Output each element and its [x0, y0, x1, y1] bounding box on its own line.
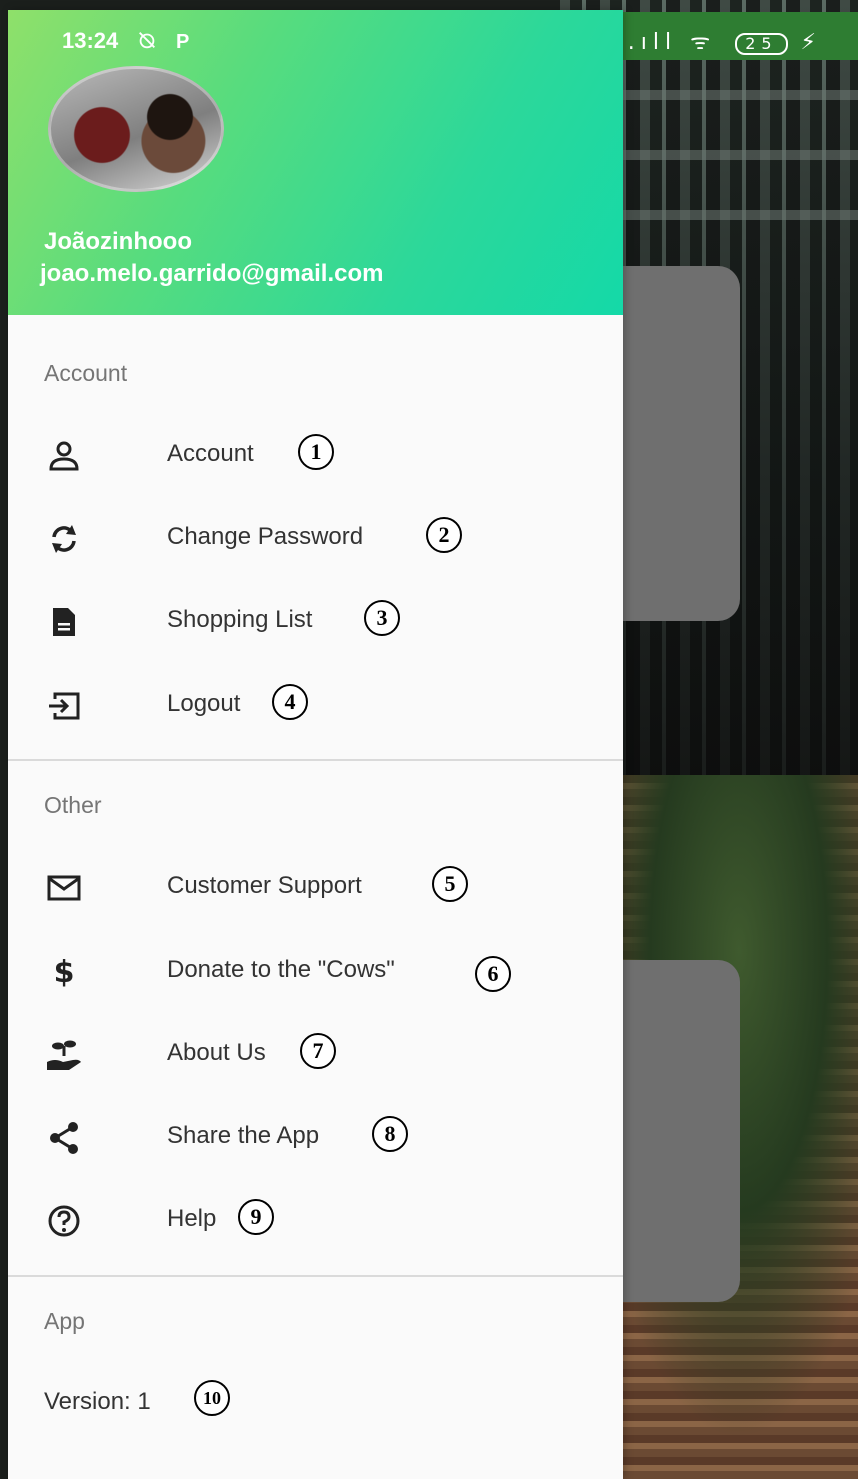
status-bar-right: .ıll ᯤ 25 ⚡: [623, 12, 858, 60]
alarm-off-icon: [136, 31, 164, 53]
menu-item-customer-support[interactable]: Customer Support 5: [8, 858, 623, 918]
menu-item-label: Logout: [167, 690, 241, 717]
menu-item-label: About Us: [167, 1039, 266, 1066]
charging-icon: ⚡: [800, 30, 822, 55]
badge-number: 5: [432, 866, 468, 902]
wifi-icon: ᯤ: [690, 30, 717, 55]
battery-icon: 25: [735, 33, 788, 55]
version-label: Version: 1: [44, 1388, 151, 1415]
badge-number: 6: [475, 956, 511, 992]
help-icon: [44, 1203, 84, 1239]
profile-email: joao.melo.garrido@gmail.com: [40, 260, 384, 287]
mail-icon: [44, 870, 84, 906]
menu-item-label: Donate to the "Cows": [167, 956, 395, 983]
parking-icon: P: [175, 31, 190, 53]
section-title-app: App: [44, 1308, 85, 1334]
hand-plant-icon: [44, 1037, 84, 1073]
dollar-icon: $: [53, 954, 75, 990]
profile-name: Joãozinhooo: [44, 228, 192, 255]
badge-number: 10: [194, 1380, 230, 1416]
avatar[interactable]: [48, 66, 224, 192]
badge-number: 9: [238, 1199, 274, 1235]
navigation-drawer: 13:24 P Joãozinhooo joao.melo.garrido@gm…: [8, 10, 623, 1479]
version-text: Version: 1 10: [44, 1380, 230, 1416]
menu-item-label: Share the App: [167, 1122, 320, 1149]
menu-item-share-app[interactable]: Share the App 8: [8, 1108, 623, 1168]
menu-item-account[interactable]: Account 1: [8, 426, 623, 486]
status-time: 13:24: [62, 28, 119, 53]
signal-icon: .ıll: [627, 30, 678, 55]
badge-number: 7: [300, 1033, 336, 1069]
share-icon: [44, 1120, 84, 1156]
person-icon: [44, 438, 84, 474]
drawer-header: 13:24 P Joãozinhooo joao.melo.garrido@gm…: [8, 10, 623, 315]
sync-icon: [44, 521, 84, 557]
menu-item-about-us[interactable]: About Us 7: [8, 1025, 623, 1085]
menu-item-label: Shopping List: [167, 606, 313, 633]
badge-number: 1: [298, 434, 334, 470]
section-title-account: Account: [44, 360, 128, 386]
menu-item-label: Help: [167, 1205, 217, 1232]
badge-number: 3: [364, 600, 400, 636]
logout-icon: [44, 688, 84, 724]
section-title-other: Other: [44, 792, 102, 818]
badge-number: 8: [372, 1116, 408, 1152]
menu-item-change-password[interactable]: Change Password 2: [8, 509, 623, 569]
menu-item-label: Change Password: [167, 523, 364, 550]
menu-item-help[interactable]: Help 9: [8, 1191, 623, 1251]
menu-item-donate[interactable]: $ Donate to the "Cows" 6: [8, 942, 623, 1002]
divider: [8, 759, 623, 761]
menu-item-label: Account: [167, 440, 254, 467]
menu-item-logout[interactable]: Logout 4: [8, 676, 623, 736]
badge-number: 4: [272, 684, 308, 720]
divider: [8, 1275, 623, 1277]
badge-number: 2: [426, 517, 462, 553]
document-icon: [44, 604, 84, 640]
menu-item-label: Customer Support: [167, 872, 362, 899]
menu-item-shopping-list[interactable]: Shopping List 3: [8, 592, 623, 652]
status-bar-left: 13:24 P: [62, 28, 189, 54]
